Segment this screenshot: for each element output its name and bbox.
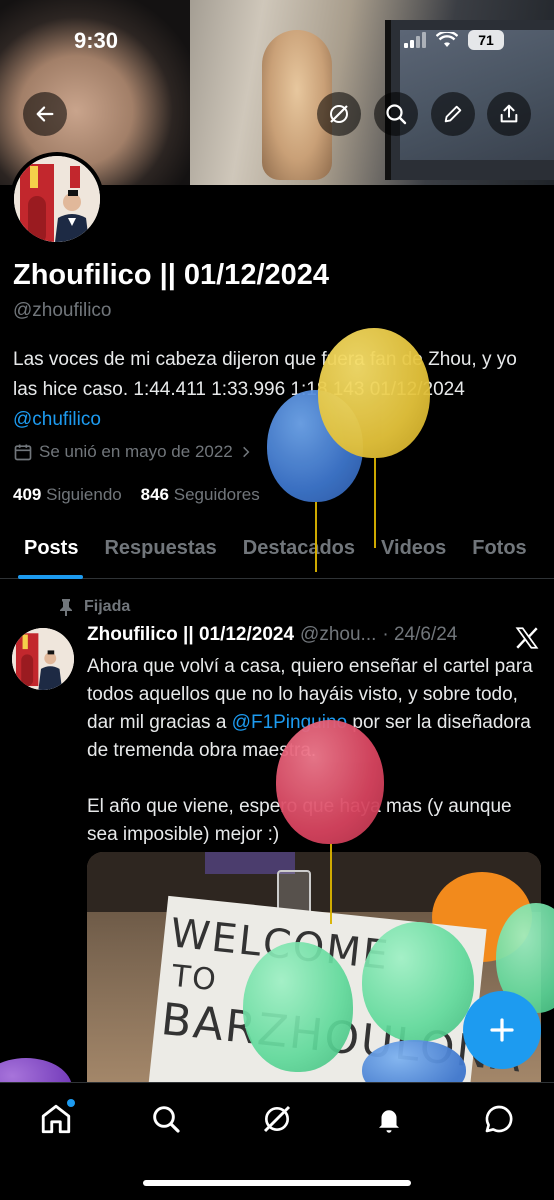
pinned-text: Fijada: [84, 598, 131, 615]
calendar-icon: [14, 444, 32, 461]
pinned-label: Fijada: [58, 598, 130, 616]
status-time: 9:30: [74, 28, 119, 53]
compose-button[interactable]: [463, 991, 541, 1069]
pin-icon: [60, 599, 72, 616]
home-indicator[interactable]: [143, 1180, 411, 1186]
balloon-green-2: [362, 922, 474, 1042]
nav-notifications[interactable]: [369, 1099, 409, 1139]
home-notification-dot: [67, 1099, 75, 1107]
grok-icon: [330, 105, 348, 123]
edit-button[interactable]: [431, 92, 475, 136]
tweet-header: Zhoufilico || 01/12/2024 @zhou... · 24/6…: [87, 624, 457, 646]
arrow-left-icon: [36, 106, 54, 122]
balloon-green-1: [243, 942, 353, 1072]
chevron-right-icon: [242, 446, 250, 458]
balloon-string: [315, 502, 317, 572]
x-logo: [514, 625, 540, 656]
bio-link[interactable]: @chufilico: [13, 409, 101, 430]
back-button[interactable]: [23, 92, 67, 136]
grok-button[interactable]: [317, 92, 361, 136]
battery-indicator: 71: [468, 30, 504, 50]
follow-counts: 409 Siguiendo 846 Seguidores: [13, 485, 260, 505]
tab-posts[interactable]: Posts: [0, 525, 91, 579]
message-icon: [485, 1105, 513, 1133]
bio-text: Las voces de mi cabeza dijeron que fuera…: [13, 349, 517, 400]
tab-destacados[interactable]: Destacados: [230, 525, 368, 578]
avatar-image: [14, 156, 100, 242]
poster-line2: TO: [170, 958, 220, 999]
pencil-icon: [444, 105, 462, 123]
nav-home[interactable]: [36, 1099, 76, 1139]
tab-videos[interactable]: Videos: [368, 525, 459, 578]
followers-label: Seguidores: [173, 485, 260, 504]
wifi-icon: [436, 32, 458, 47]
following-count: 409: [13, 485, 42, 504]
signal-icon: [404, 32, 426, 48]
profile-handle: @zhoufilico: [13, 300, 112, 321]
tweet-avatar[interactable]: [12, 628, 74, 690]
joined-text: Se unió en mayo de 2022: [39, 442, 233, 461]
profile-avatar[interactable]: [10, 152, 104, 246]
balloon-string: [374, 458, 376, 548]
tweet-date: · 24/6/24: [382, 624, 458, 645]
profile-name: Zhoufilico || 01/12/2024: [13, 259, 330, 291]
tweet-avatar-image: [12, 628, 74, 690]
share-button[interactable]: [487, 92, 531, 136]
tweet-handle[interactable]: @zhou...: [300, 624, 376, 646]
tweet-author[interactable]: Zhoufilico || 01/12/2024: [87, 624, 294, 646]
joined-date[interactable]: Se unió en mayo de 2022: [13, 442, 253, 462]
balloon-red: [276, 720, 384, 924]
search-icon: [153, 1106, 180, 1133]
tab-fotos[interactable]: Fotos: [459, 525, 539, 578]
search-icon: [386, 104, 407, 125]
bell-icon: [379, 1110, 399, 1133]
profile-tabs: Posts Respuestas Destacados Videos Fotos: [0, 525, 554, 579]
status-icons: 71: [404, 30, 504, 50]
home-icon: [41, 1104, 71, 1134]
nav-grok[interactable]: [257, 1099, 297, 1139]
share-icon: [500, 104, 518, 123]
balloon-string: [330, 844, 332, 924]
nav-search[interactable]: [146, 1099, 186, 1139]
grok-icon: [263, 1105, 291, 1133]
search-button[interactable]: [374, 92, 418, 136]
tab-respuestas[interactable]: Respuestas: [91, 525, 229, 578]
plus-icon: [490, 1018, 514, 1042]
nav-messages[interactable]: [479, 1099, 519, 1139]
followers-link[interactable]: 846 Seguidores: [141, 485, 260, 504]
following-link[interactable]: 409 Siguiendo: [13, 485, 122, 504]
x-logo-icon: [515, 627, 539, 649]
followers-count: 846: [140, 485, 170, 504]
balloon-yellow: [318, 328, 430, 548]
following-label: Siguiendo: [46, 485, 122, 504]
